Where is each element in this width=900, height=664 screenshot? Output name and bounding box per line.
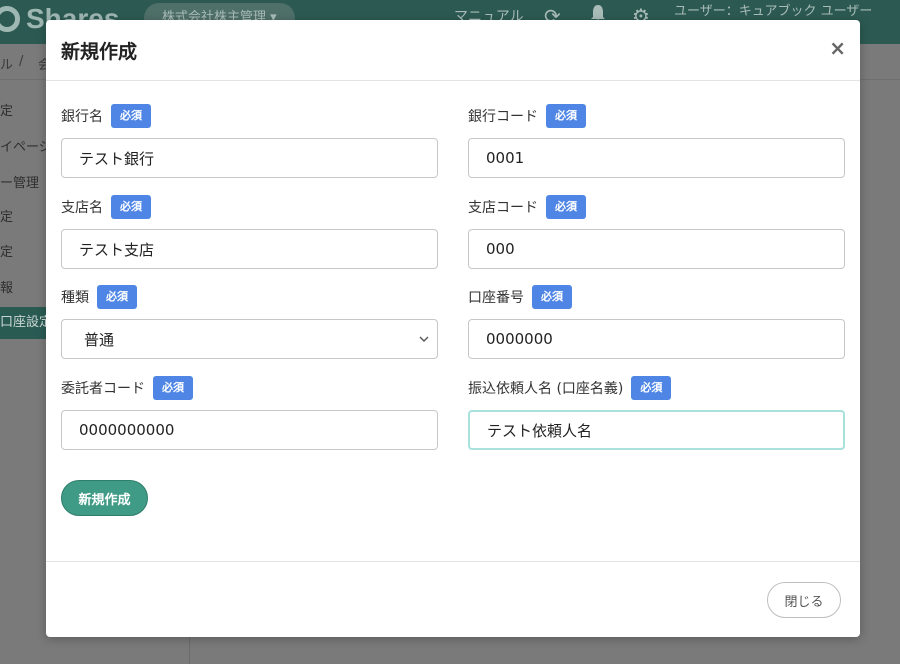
chevron-down-icon: [419, 332, 429, 346]
required-badge: 必須: [546, 195, 586, 219]
required-badge: 必須: [111, 195, 151, 219]
branch-name-input[interactable]: [61, 229, 438, 269]
modal-header: 新規作成 ×: [46, 20, 860, 81]
transfer-requester-field: 振込依頼人名 (口座名義) 必須: [468, 376, 845, 450]
account-number-field: 口座番号 必須: [468, 285, 845, 359]
logo-icon: [0, 6, 20, 32]
branch-code-field: 支店コード 必須: [468, 195, 845, 269]
sidebar-item-account-settings[interactable]: 口座設定: [0, 307, 48, 339]
account-type-field: 種類 必須 普通: [61, 285, 438, 359]
bank-code-label: 銀行コード: [468, 109, 538, 125]
account-type-label: 種類: [61, 290, 89, 306]
breadcrumb-separator: /: [19, 54, 24, 69]
modal-footer: 閉じる: [46, 561, 860, 637]
account-type-select[interactable]: 普通: [61, 319, 438, 359]
close-button[interactable]: 閉じる: [767, 582, 841, 618]
bank-name-input[interactable]: [61, 138, 438, 178]
branch-name-field: 支店名 必須: [61, 195, 438, 269]
bank-name-field: 銀行名 必須: [61, 104, 438, 178]
required-badge: 必須: [546, 104, 586, 128]
account-number-input[interactable]: [468, 319, 845, 359]
bank-code-input[interactable]: [468, 138, 845, 178]
bank-name-label: 銀行名: [61, 109, 103, 125]
close-icon[interactable]: ×: [829, 36, 846, 60]
branch-name-label: 支店名: [61, 200, 103, 216]
create-button[interactable]: 新規作成: [61, 480, 148, 516]
modal-title: 新規作成: [61, 41, 138, 63]
transfer-requester-label: 振込依頼人名 (口座名義): [468, 381, 624, 397]
transfer-requester-input[interactable]: [468, 410, 845, 450]
required-badge: 必須: [97, 285, 137, 309]
consignor-code-label: 委託者コード: [61, 381, 145, 397]
breadcrumb-item[interactable]: ル: [0, 54, 13, 73]
account-type-value: 普通: [84, 330, 115, 349]
consignor-code-input[interactable]: [61, 410, 438, 450]
account-number-label: 口座番号: [468, 290, 524, 306]
required-badge: 必須: [111, 104, 151, 128]
branch-code-label: 支店コード: [468, 200, 538, 216]
create-modal: 新規作成 × 銀行名 必須 銀行コード 必須 支店名 必須 支店コード 必須: [46, 20, 860, 637]
bank-code-field: 銀行コード 必須: [468, 104, 845, 178]
user-menu[interactable]: ユーザー：キュアブック ユーザー: [674, 0, 872, 19]
required-badge: 必須: [153, 376, 193, 400]
consignor-code-field: 委託者コード 必須: [61, 376, 438, 450]
branch-code-input[interactable]: [468, 229, 845, 269]
required-badge: 必須: [631, 376, 672, 400]
required-badge: 必須: [532, 285, 572, 309]
